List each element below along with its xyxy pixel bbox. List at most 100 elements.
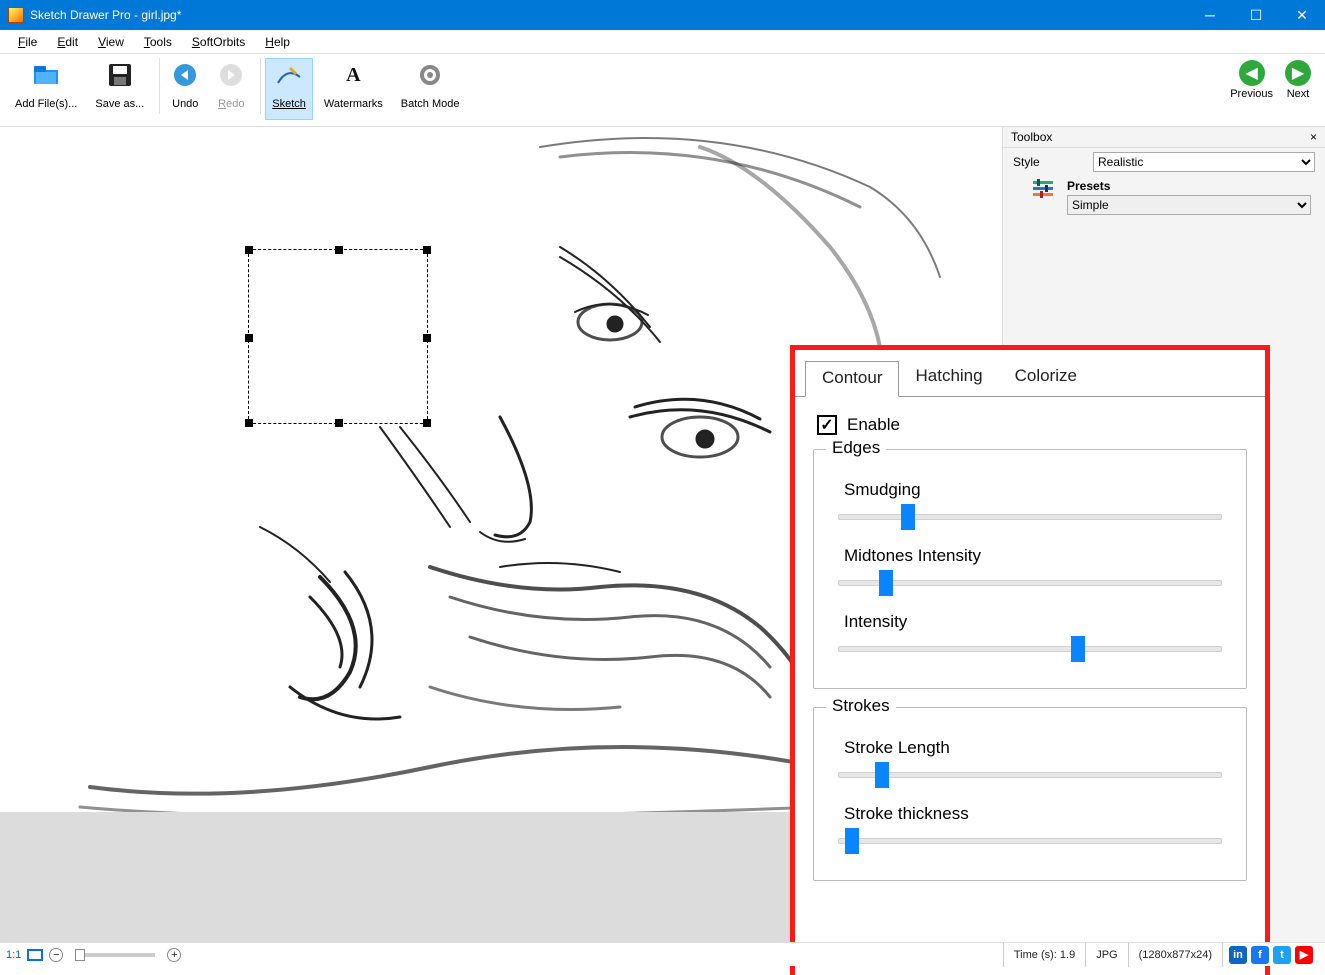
next-label: Next bbox=[1287, 88, 1310, 100]
close-button[interactable]: ✕ bbox=[1279, 0, 1325, 30]
midtones-block: Midtones Intensity bbox=[838, 546, 1222, 594]
smudging-slider[interactable] bbox=[838, 504, 1222, 528]
minimize-button[interactable]: ─ bbox=[1187, 0, 1233, 30]
strokes-group: Strokes Stroke Length Stroke thickness bbox=[813, 707, 1247, 881]
youtube-icon[interactable]: ▶ bbox=[1295, 946, 1313, 964]
midtones-label: Midtones Intensity bbox=[844, 546, 1222, 566]
tab-colorize[interactable]: Colorize bbox=[999, 360, 1093, 396]
handle-e[interactable] bbox=[423, 334, 431, 342]
zoom-slider[interactable] bbox=[75, 953, 155, 957]
next-button[interactable]: ▶ Next bbox=[1279, 58, 1317, 102]
handle-sw[interactable] bbox=[245, 419, 253, 427]
sketch-button[interactable]: Sketch bbox=[265, 58, 313, 120]
enable-label: Enable bbox=[847, 415, 900, 435]
handle-w[interactable] bbox=[245, 334, 253, 342]
enable-checkbox[interactable]: ✓ bbox=[817, 415, 837, 435]
app-icon bbox=[8, 7, 24, 23]
zoom-in-button[interactable]: + bbox=[167, 948, 181, 962]
presets-row: Presets Simple bbox=[1003, 176, 1325, 218]
presets-icon bbox=[1031, 177, 1055, 201]
undo-button[interactable]: Undo bbox=[164, 58, 206, 120]
tab-hatching[interactable]: Hatching bbox=[899, 360, 998, 396]
toolbox-title: Toolbox bbox=[1011, 130, 1052, 144]
zoom-out-button[interactable]: − bbox=[49, 948, 63, 962]
titlebar: Sketch Drawer Pro - girl.jpg* ─ ☐ ✕ bbox=[0, 0, 1325, 30]
enable-row[interactable]: ✓ Enable bbox=[817, 415, 1247, 435]
stroke-length-label: Stroke Length bbox=[844, 738, 1222, 758]
zoom-ratio[interactable]: 1:1 bbox=[6, 949, 21, 961]
stroke-thickness-block: Stroke thickness bbox=[838, 804, 1222, 852]
panel-close-icon[interactable]: × bbox=[1310, 130, 1317, 144]
add-files-label: Add File(s)... bbox=[15, 91, 77, 117]
contour-settings-panel: Contour Hatching Colorize ✓ Enable Edges… bbox=[790, 345, 1270, 975]
save-icon bbox=[106, 61, 134, 89]
undo-label: Undo bbox=[172, 91, 198, 117]
save-as-label: Save as... bbox=[95, 91, 144, 117]
status-format: JPG bbox=[1085, 943, 1127, 967]
smudging-block: Smudging bbox=[838, 480, 1222, 528]
add-files-button[interactable]: Add File(s)... bbox=[8, 58, 84, 120]
watermarks-button[interactable]: A Watermarks bbox=[317, 58, 390, 120]
previous-button[interactable]: ◀ Previous bbox=[1224, 58, 1279, 102]
midtones-slider[interactable] bbox=[838, 570, 1222, 594]
menu-file[interactable]: File bbox=[8, 33, 47, 51]
menubar: File Edit View Tools SoftOrbits Help bbox=[0, 30, 1325, 54]
watermarks-icon: A bbox=[339, 61, 367, 89]
toolbox-header: Toolbox × bbox=[1003, 127, 1325, 148]
intensity-label: Intensity bbox=[844, 612, 1222, 632]
sketch-label: Sketch bbox=[272, 91, 306, 117]
stroke-length-slider[interactable] bbox=[838, 762, 1222, 786]
menu-tools[interactable]: Tools bbox=[134, 33, 182, 51]
save-as-button[interactable]: Save as... bbox=[88, 58, 151, 120]
sketch-icon bbox=[275, 61, 303, 89]
handle-s[interactable] bbox=[335, 419, 343, 427]
selection-rect[interactable] bbox=[248, 249, 428, 424]
stroke-thickness-label: Stroke thickness bbox=[844, 804, 1222, 824]
undo-icon bbox=[171, 61, 199, 89]
status-dims: (1280x877x24) bbox=[1128, 943, 1222, 967]
handle-nw[interactable] bbox=[245, 246, 253, 254]
tab-body: ✓ Enable Edges Smudging Midtones Intensi… bbox=[795, 397, 1265, 913]
work-area: Toolbox × Style Realistic Presets Simple… bbox=[0, 127, 1325, 942]
maximize-button[interactable]: ☐ bbox=[1233, 0, 1279, 30]
redo-button[interactable]: Redo bbox=[210, 58, 252, 120]
smudging-label: Smudging bbox=[844, 480, 1222, 500]
facebook-icon[interactable]: f bbox=[1251, 946, 1269, 964]
previous-icon: ◀ bbox=[1239, 60, 1265, 86]
style-select[interactable]: Realistic bbox=[1093, 152, 1315, 172]
gear-icon bbox=[416, 61, 444, 89]
menu-edit[interactable]: Edit bbox=[47, 33, 88, 51]
tab-contour[interactable]: Contour bbox=[805, 361, 899, 397]
style-row: Style Realistic bbox=[1003, 148, 1325, 176]
toolbar: Add File(s)... Save as... Undo Redo Sket… bbox=[0, 54, 1325, 127]
next-icon: ▶ bbox=[1285, 60, 1311, 86]
strokes-legend: Strokes bbox=[826, 696, 896, 716]
intensity-block: Intensity bbox=[838, 612, 1222, 660]
fit-icon[interactable] bbox=[27, 949, 43, 961]
linkedin-icon[interactable]: in bbox=[1229, 946, 1247, 964]
batch-mode-button[interactable]: Batch Mode bbox=[394, 58, 467, 120]
handle-n[interactable] bbox=[335, 246, 343, 254]
stroke-thickness-slider[interactable] bbox=[838, 828, 1222, 852]
intensity-slider[interactable] bbox=[838, 636, 1222, 660]
edges-group: Edges Smudging Midtones Intensity Intens… bbox=[813, 449, 1247, 689]
menu-view[interactable]: View bbox=[88, 33, 134, 51]
presets-label: Presets bbox=[1067, 179, 1311, 193]
handle-ne[interactable] bbox=[423, 246, 431, 254]
style-label: Style bbox=[1013, 155, 1093, 169]
redo-icon bbox=[217, 61, 245, 89]
batch-mode-label: Batch Mode bbox=[401, 91, 460, 117]
edges-legend: Edges bbox=[826, 438, 886, 458]
stroke-length-block: Stroke Length bbox=[838, 738, 1222, 786]
redo-label: Redo bbox=[218, 91, 244, 117]
window-title: Sketch Drawer Pro - girl.jpg* bbox=[30, 8, 1187, 22]
handle-se[interactable] bbox=[423, 419, 431, 427]
twitter-icon[interactable]: t bbox=[1273, 946, 1291, 964]
status-time: Time (s): 1.9 bbox=[1003, 943, 1085, 967]
previous-label: Previous bbox=[1230, 88, 1273, 100]
presets-select[interactable]: Simple bbox=[1067, 195, 1311, 215]
status-bar: 1:1 − + Time (s): 1.9 JPG (1280x877x24) … bbox=[0, 942, 1325, 966]
menu-softorbits[interactable]: SoftOrbits bbox=[182, 33, 255, 51]
watermarks-label: Watermarks bbox=[324, 91, 383, 117]
menu-help[interactable]: Help bbox=[255, 33, 300, 51]
